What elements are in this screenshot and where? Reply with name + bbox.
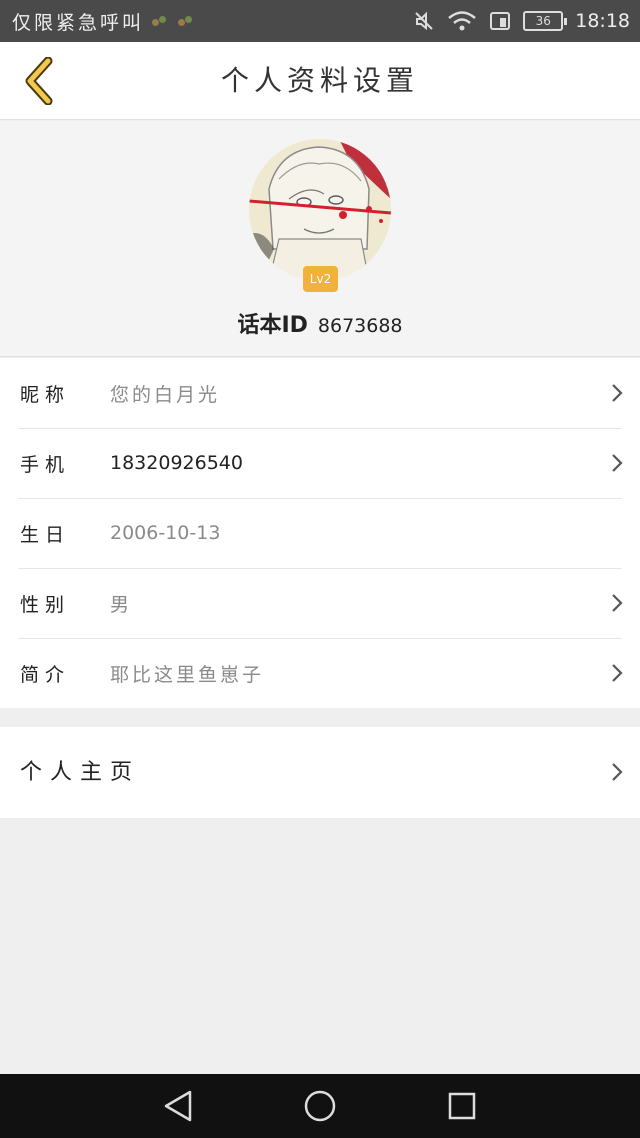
battery-level: 36	[535, 14, 551, 28]
chevron-right-icon	[612, 763, 623, 781]
wifi-icon	[448, 11, 477, 31]
battery-icon: 36	[523, 11, 568, 31]
gender-value: 男	[110, 593, 133, 616]
nickname-label: 昵称	[20, 383, 71, 406]
system-nav-bar	[0, 1074, 640, 1138]
nav-back-button[interactable]	[158, 1086, 198, 1126]
avatar[interactable]	[249, 139, 391, 281]
carrier-text: 仅限紧急呼叫	[12, 11, 145, 34]
chevron-right-icon	[612, 454, 623, 472]
recents-square-icon	[448, 1092, 476, 1120]
status-right: 36 18:18	[413, 0, 630, 42]
phone-row[interactable]: 手机 18320926540	[0, 428, 640, 498]
birthday-label: 生日	[20, 523, 71, 546]
avatar-illustration	[249, 139, 391, 281]
back-triangle-icon	[164, 1090, 192, 1122]
homepage-row[interactable]: 个人主页	[0, 727, 640, 818]
phone-value: 18320926540	[110, 452, 243, 474]
flower-icon	[152, 14, 170, 28]
user-id-value: 8673688	[317, 315, 403, 337]
home-circle-icon	[304, 1090, 336, 1122]
nav-recents-button[interactable]	[442, 1086, 482, 1126]
chevron-right-icon	[612, 664, 623, 682]
bio-label: 简介	[20, 663, 71, 686]
chevron-right-icon	[612, 384, 623, 402]
bio-value: 耶比这里鱼崽子	[110, 663, 265, 686]
user-id-label: 话本ID	[237, 313, 308, 338]
bio-row[interactable]: 简介 耶比这里鱼崽子	[0, 638, 640, 708]
phone-label: 手机	[20, 453, 71, 476]
profile-section: Lv2 话本ID 8673688	[0, 121, 640, 357]
sim-icon	[490, 12, 511, 30]
status-bar: 仅限紧急呼叫 36 18:18	[0, 0, 640, 42]
profile-fields: 昵称 您的白月光 手机 18320926540 生日 2006-10-13 性别…	[0, 358, 640, 708]
gender-row[interactable]: 性别 男	[0, 568, 640, 638]
birthday-value: 2006-10-13	[110, 522, 221, 544]
flower-icon	[178, 14, 196, 28]
status-left: 仅限紧急呼叫	[12, 0, 196, 42]
gender-label: 性别	[20, 593, 71, 616]
user-id: 话本ID 8673688	[0, 307, 640, 339]
nickname-row[interactable]: 昵称 您的白月光	[0, 358, 640, 428]
page-title: 个人资料设置	[220, 64, 419, 97]
birthday-row: 生日 2006-10-13	[0, 498, 640, 568]
mute-icon	[415, 11, 433, 31]
app-header: 个人资料设置	[0, 42, 640, 120]
level-badge: Lv2	[303, 266, 338, 292]
clock: 18:18	[575, 10, 630, 32]
homepage-label: 个人主页	[20, 760, 141, 785]
nickname-value: 您的白月光	[110, 383, 221, 406]
chevron-right-icon	[612, 594, 623, 612]
nav-home-button[interactable]	[300, 1086, 340, 1126]
